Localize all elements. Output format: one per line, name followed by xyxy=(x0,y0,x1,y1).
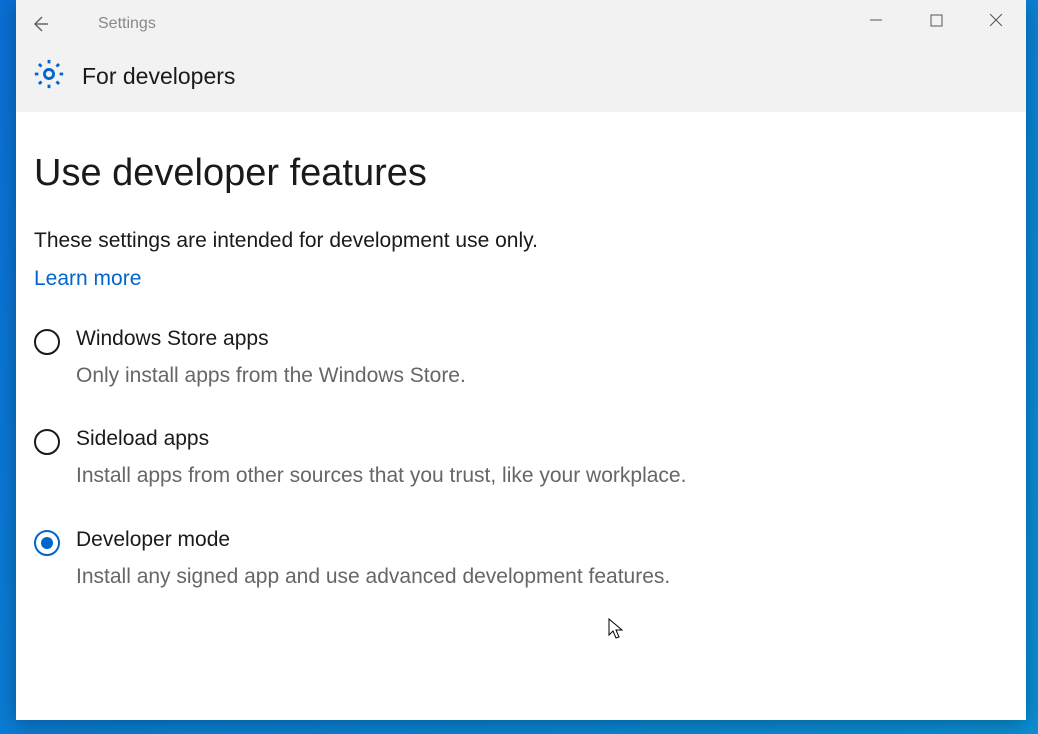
radio-button[interactable] xyxy=(34,429,60,455)
radio-text: Developer mode Install any signed app an… xyxy=(76,528,670,592)
back-arrow-icon xyxy=(30,14,50,34)
radio-label: Developer mode xyxy=(76,528,670,552)
maximize-icon xyxy=(930,14,943,27)
maximize-button[interactable] xyxy=(906,0,966,40)
settings-window: Settings xyxy=(16,0,1026,720)
page-title: For developers xyxy=(82,63,235,90)
radio-option-developer-mode[interactable]: Developer mode Install any signed app an… xyxy=(34,528,714,592)
developer-mode-radio-group: Windows Store apps Only install apps fro… xyxy=(34,327,714,592)
section-description: These settings are intended for developm… xyxy=(34,229,1008,253)
radio-option-sideload-apps[interactable]: Sideload apps Install apps from other so… xyxy=(34,427,714,491)
minimize-button[interactable] xyxy=(846,0,906,40)
close-button[interactable] xyxy=(966,0,1026,40)
page-header: For developers xyxy=(16,48,1026,104)
radio-button[interactable] xyxy=(34,329,60,355)
radio-description: Only install apps from the Windows Store… xyxy=(76,361,466,391)
radio-description: Install apps from other sources that you… xyxy=(76,461,686,491)
titlebar: Settings xyxy=(16,0,1026,112)
minimize-icon xyxy=(869,13,883,27)
radio-text: Windows Store apps Only install apps fro… xyxy=(76,327,466,391)
section-heading: Use developer features xyxy=(34,152,1008,195)
back-button[interactable] xyxy=(16,0,64,48)
gear-icon xyxy=(32,57,66,96)
radio-label: Sideload apps xyxy=(76,427,686,451)
radio-option-windows-store-apps[interactable]: Windows Store apps Only install apps fro… xyxy=(34,327,714,391)
radio-description: Install any signed app and use advanced … xyxy=(76,562,670,592)
learn-more-link[interactable]: Learn more xyxy=(34,267,141,291)
radio-button[interactable] xyxy=(34,530,60,556)
radio-text: Sideload apps Install apps from other so… xyxy=(76,427,686,491)
window-controls xyxy=(846,0,1026,40)
main-content: Use developer features These settings ar… xyxy=(16,112,1026,720)
app-title: Settings xyxy=(98,15,156,33)
radio-label: Windows Store apps xyxy=(76,327,466,351)
close-icon xyxy=(989,13,1003,27)
